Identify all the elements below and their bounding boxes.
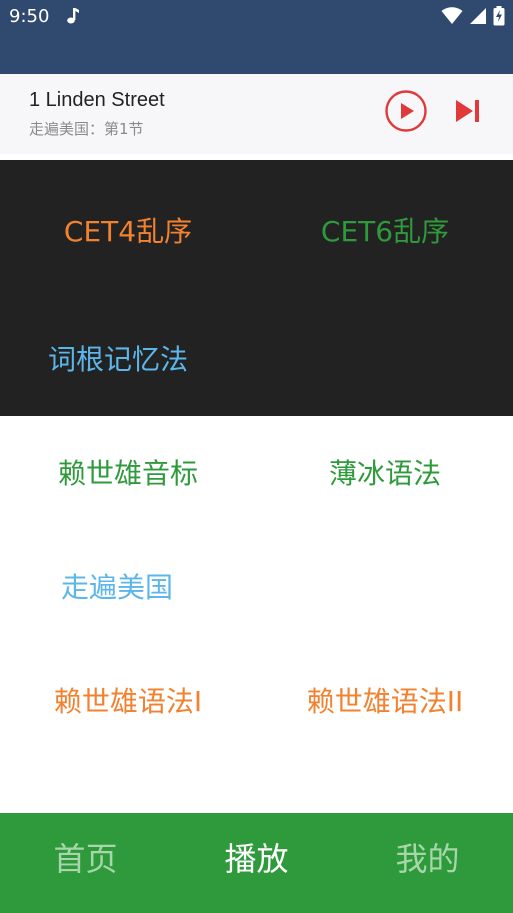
course-lai-grammar-1[interactable]: 赖世雄语法I (0, 685, 256, 719)
course-lai-grammar-2[interactable]: 赖世雄语法II (257, 685, 513, 719)
battery-charging-icon (493, 6, 505, 26)
status-time: 9:50 (9, 6, 50, 27)
course-label: CET4乱序 (63, 215, 193, 248)
course-label: 薄冰语法 (328, 457, 441, 490)
course-label: 赖世雄语法II (306, 685, 464, 718)
course-label: 赖世雄语法I (53, 685, 203, 718)
course-bobing-grammar[interactable]: 薄冰语法 (257, 457, 513, 491)
course-label: 赖世雄音标 (57, 457, 198, 490)
wifi-icon (441, 7, 463, 25)
nav-mine[interactable]: 我的 (342, 809, 513, 913)
status-icons (441, 6, 505, 26)
course-label: 走遍美国 (60, 571, 173, 604)
course-family-album[interactable]: 走遍美国 (0, 571, 234, 605)
music-note-icon (66, 7, 80, 25)
dark-course-grid: CET4乱序 CET6乱序 词根记忆法 (0, 160, 513, 416)
play-icon[interactable] (385, 90, 427, 132)
now-playing-bar[interactable]: 1 Linden Street 走遍美国：第1节 (0, 74, 513, 154)
light-course-grid: 赖世雄音标 薄冰语法 走遍美国 赖世雄语法I 赖世雄语法II (0, 416, 513, 813)
course-cet6[interactable]: CET6乱序 (257, 215, 513, 249)
now-playing-title: 1 Linden Street (29, 89, 165, 111)
course-label: 词根记忆法 (47, 343, 188, 376)
status-bar: 9:50 (0, 0, 513, 74)
skip-next-icon[interactable] (455, 99, 481, 123)
course-word-root[interactable]: 词根记忆法 (0, 343, 236, 377)
course-phonetics[interactable]: 赖世雄音标 (0, 457, 256, 491)
now-playing-subtitle: 走遍美国：第1节 (29, 120, 144, 138)
course-cet4[interactable]: CET4乱序 (0, 215, 256, 249)
nav-home[interactable]: 首页 (0, 809, 171, 913)
cell-signal-icon (469, 7, 487, 25)
bottom-nav: 首页 播放 我的 (0, 813, 513, 913)
screen: 9:50 1 Linden Street 走遍美国：第1节 CET4乱序 CET… (0, 0, 513, 913)
nav-play[interactable]: 播放 (171, 809, 342, 913)
course-label: CET6乱序 (320, 215, 450, 248)
